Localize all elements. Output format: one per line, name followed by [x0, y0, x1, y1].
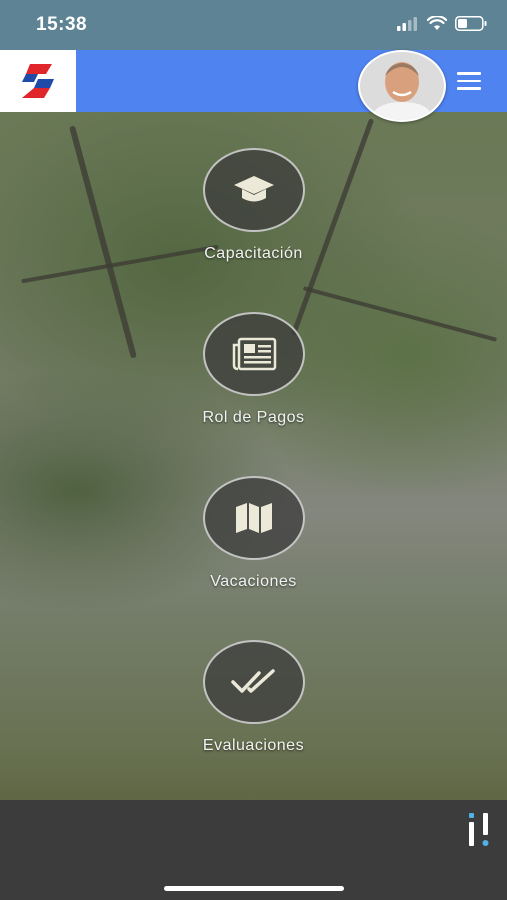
- company-logo[interactable]: [0, 50, 76, 112]
- evaluaciones-button[interactable]: [202, 640, 305, 724]
- capacitacion-label: Capacitación: [204, 245, 303, 262]
- bottom-bar: [0, 800, 507, 900]
- menu-item-rol-de-pagos[interactable]: Rol de Pagos: [0, 312, 507, 427]
- menu-item-vacaciones[interactable]: Vacaciones: [0, 476, 507, 591]
- avatar-photo: [360, 52, 444, 120]
- home-indicator[interactable]: [164, 886, 344, 891]
- hamburger-menu-icon[interactable]: [457, 72, 481, 90]
- vacaciones-label: Vacaciones: [210, 573, 297, 590]
- app-header: [0, 50, 507, 122]
- status-icons: [397, 16, 487, 31]
- battery-icon: [455, 16, 487, 31]
- map-icon: [235, 503, 272, 533]
- capacitacion-button[interactable]: [202, 148, 305, 232]
- status-bar: 15:38: [0, 0, 507, 50]
- double-check-icon: [230, 669, 275, 693]
- wifi-icon: [427, 16, 447, 30]
- rol-de-pagos-button[interactable]: [202, 312, 305, 396]
- company-logo-icon: [22, 64, 54, 98]
- main-content: Capacitación Rol de Pagos Vacaciones Eva…: [0, 112, 507, 800]
- user-avatar[interactable]: [358, 50, 446, 122]
- menu-item-capacitacion[interactable]: Capacitación: [0, 148, 507, 263]
- newspaper-icon: [232, 337, 276, 371]
- menu-item-evaluaciones[interactable]: Evaluaciones: [0, 640, 507, 755]
- info-exclamation-icon[interactable]: [466, 810, 494, 850]
- rol-de-pagos-label: Rol de Pagos: [202, 409, 305, 426]
- status-time: 15:38: [36, 14, 88, 35]
- evaluaciones-label: Evaluaciones: [202, 737, 305, 754]
- vacaciones-button[interactable]: [202, 476, 305, 560]
- graduation-cap-icon: [233, 176, 274, 202]
- signal-icon: [397, 16, 417, 31]
